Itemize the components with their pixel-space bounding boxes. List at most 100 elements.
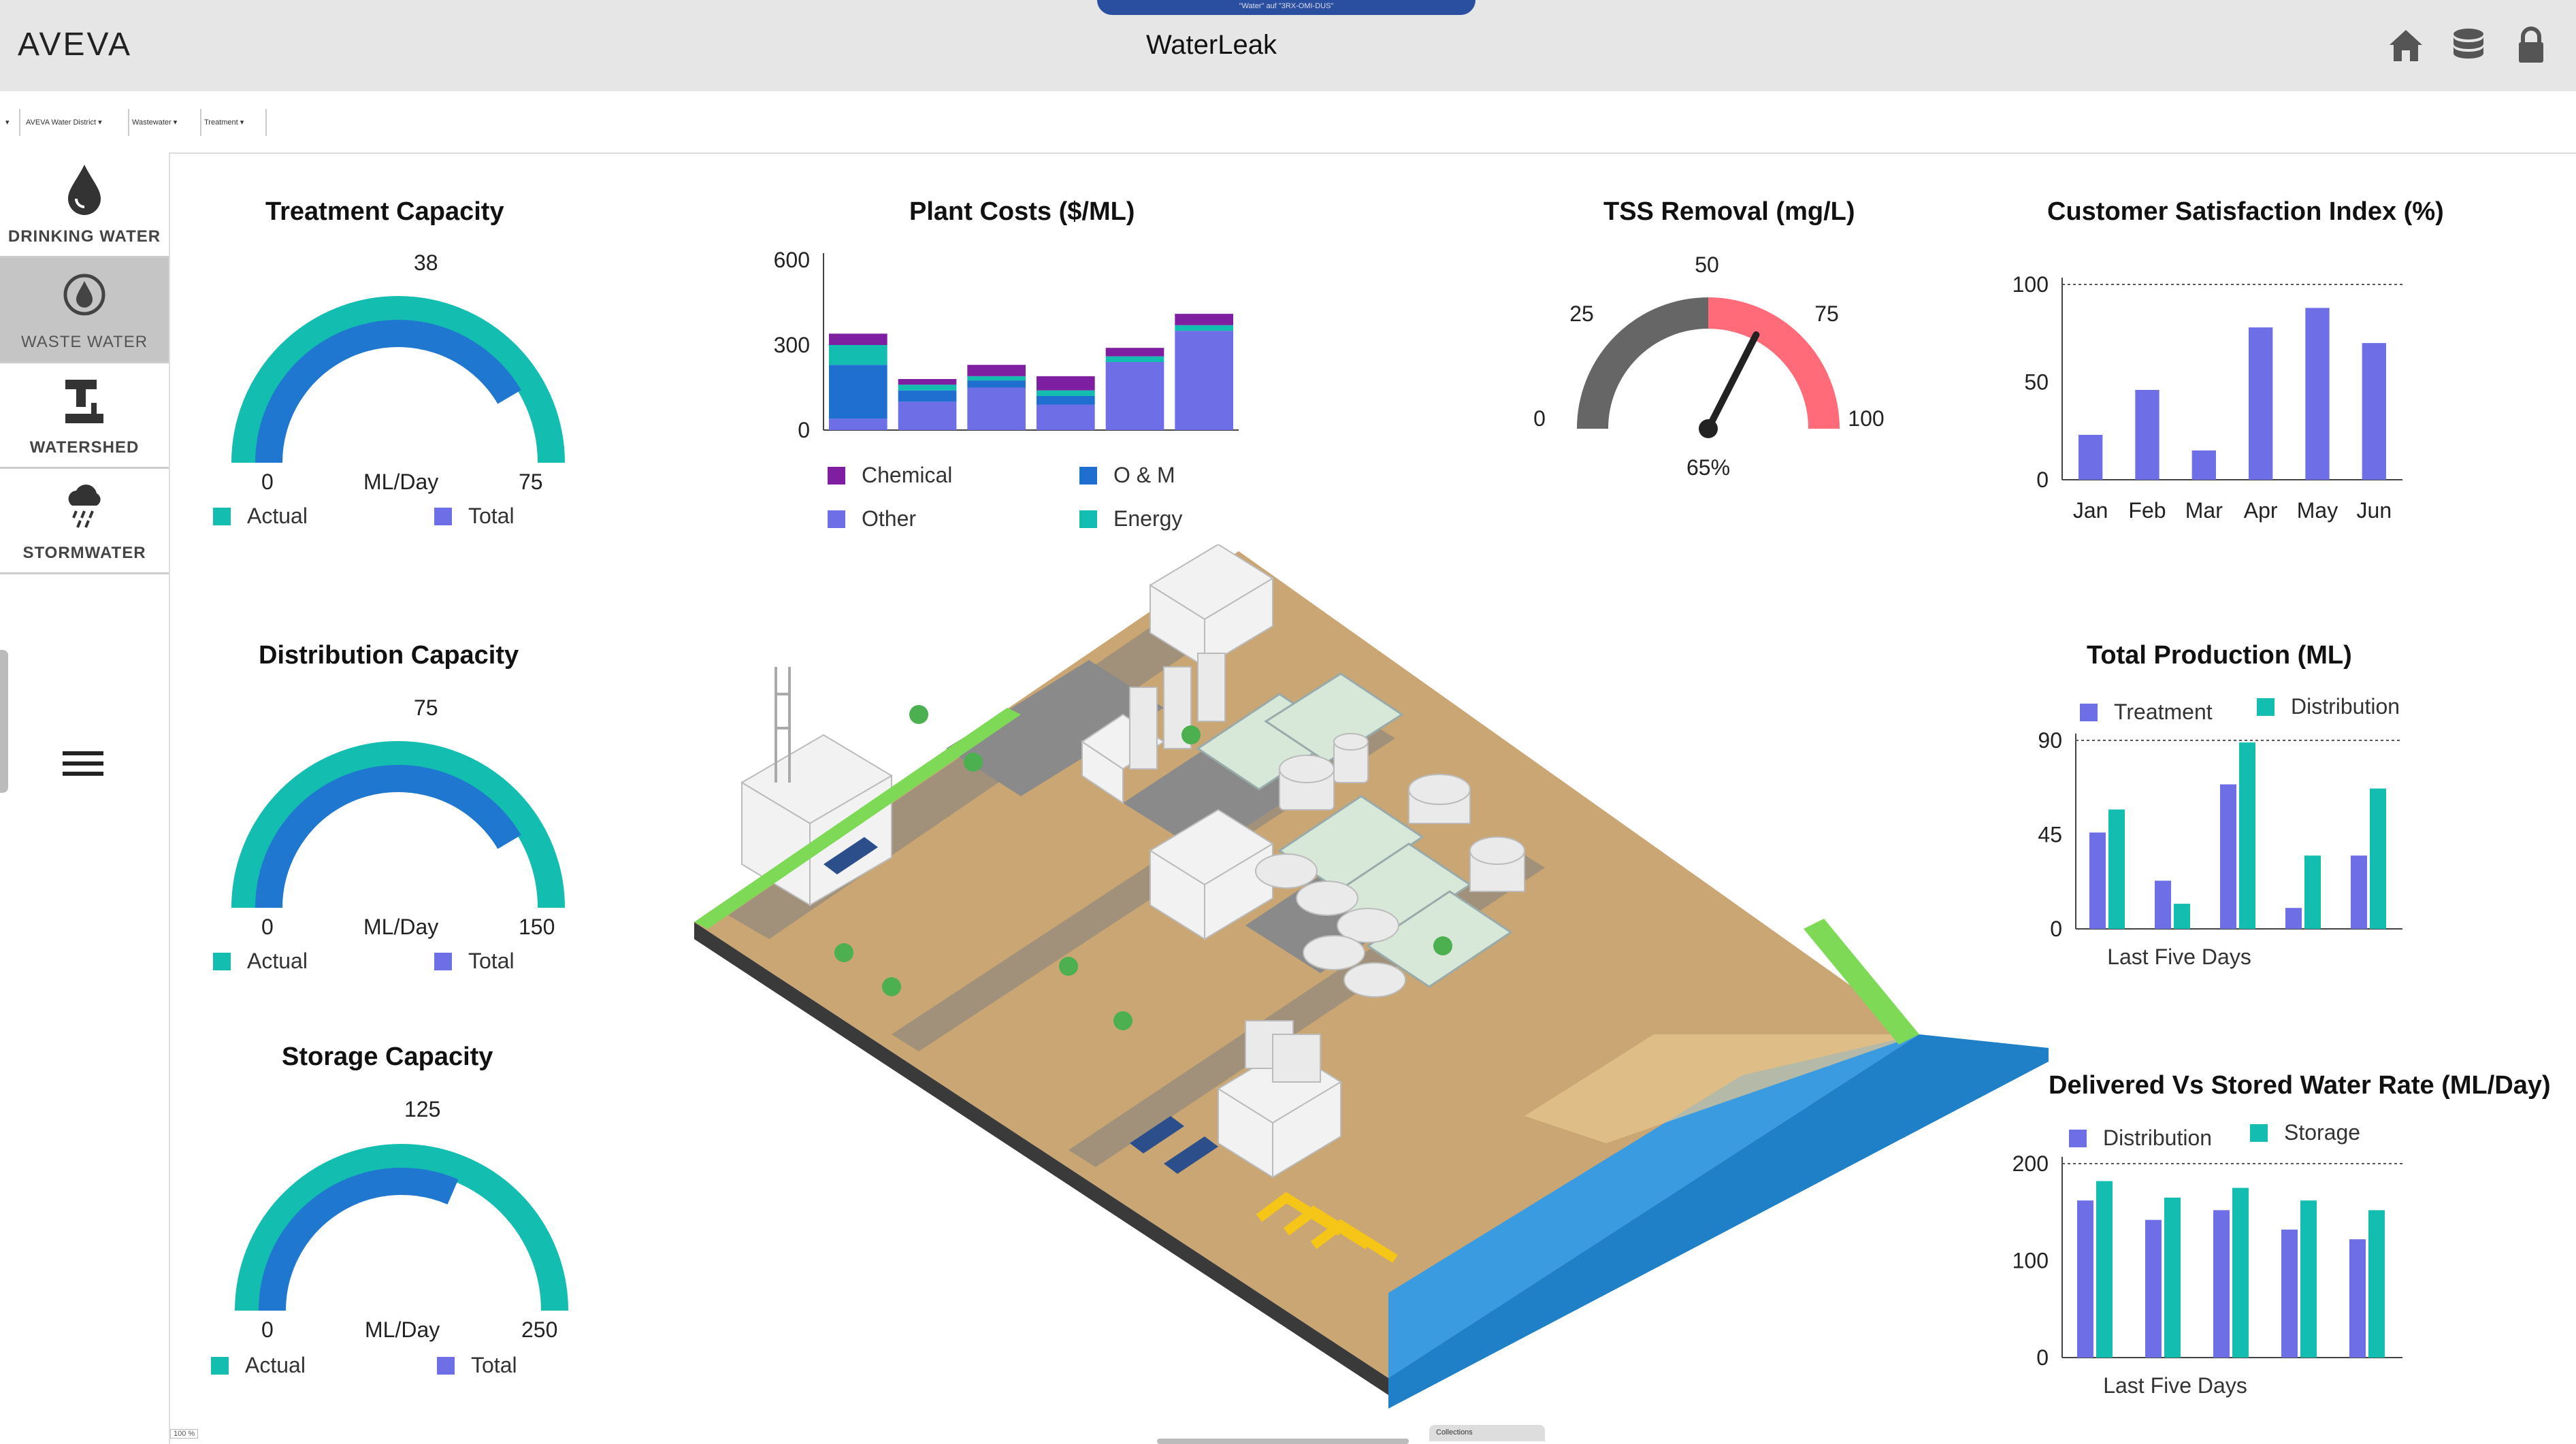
home-icon[interactable] — [2388, 26, 2424, 65]
legend-total: Total — [434, 949, 515, 974]
watershed-icon — [65, 380, 103, 423]
sidebar-item-label: WATERSHED — [29, 438, 140, 457]
sidebar-resize-handle[interactable] — [0, 650, 8, 793]
chart-title: Treatment Capacity — [265, 197, 504, 226]
gauge-arc — [231, 296, 565, 463]
gauge-max: 150 — [519, 915, 555, 939]
legend-distribution: Distribution — [2069, 1126, 2212, 1151]
gauge-value: 125 — [404, 1097, 441, 1121]
bar-segment — [829, 345, 887, 365]
legend-actual: Actual — [213, 504, 308, 529]
legend-swatch — [434, 508, 452, 525]
gauge-value: 75 — [414, 695, 438, 720]
bar — [2174, 904, 2190, 929]
x-axis-label: Last Five Days — [2103, 1373, 2247, 1398]
menu-icon[interactable] — [63, 750, 103, 777]
bar — [2300, 1200, 2317, 1358]
tss-needle-hub — [1699, 419, 1718, 438]
zoom-level[interactable]: 100 % — [170, 1429, 199, 1439]
gauge-max: 75 — [519, 470, 543, 494]
breadcrumb-root-dropdown[interactable]: ▾ — [0, 109, 20, 136]
legend-total: Total — [437, 1353, 517, 1378]
tss-tick-label: 100 — [1848, 406, 1884, 431]
bar-segment — [1037, 376, 1095, 391]
bar — [2155, 881, 2171, 929]
breadcrumb-item[interactable]: Wastewater ▾ — [127, 109, 201, 136]
bar — [2281, 1229, 2298, 1358]
gauge-arc — [235, 1144, 568, 1311]
sidebar-item-drinking-water[interactable]: DRINKING WATER — [0, 152, 169, 258]
legend-swatch — [213, 508, 231, 525]
legend-other: Other — [828, 506, 916, 531]
legend-swatch — [2069, 1130, 2087, 1147]
y-tick-label: 600 — [774, 248, 810, 272]
bar — [2164, 1197, 2181, 1358]
bar — [2368, 1210, 2385, 1358]
bar — [2249, 327, 2273, 480]
x-tick-label: May — [2297, 498, 2338, 523]
sidebar-item-waste-water[interactable]: WASTE WATER — [0, 258, 169, 363]
bar-segment — [1175, 331, 1233, 430]
sidebar: DRINKING WATER WASTE WATER WATERSHED STO… — [0, 152, 170, 1444]
legend-swatch — [828, 510, 845, 528]
tss-value-label: 65% — [1686, 455, 1730, 480]
tss-arc-low — [1577, 297, 1709, 429]
x-tick-label: Feb — [2128, 498, 2166, 523]
legend-swatch — [211, 1357, 229, 1375]
legend-swatch — [2080, 704, 2098, 721]
legend-swatch — [1079, 510, 1097, 528]
gauge-value: 38 — [414, 250, 438, 275]
gauge-min: 0 — [261, 470, 274, 494]
tss-tick-label: 25 — [1569, 301, 1594, 326]
bar — [2077, 1200, 2093, 1358]
sidebar-item-watershed[interactable]: WATERSHED — [0, 363, 169, 469]
breadcrumb-item[interactable]: Treatment ▾ — [199, 109, 267, 136]
bar-segment — [1037, 396, 1095, 405]
bar — [2078, 434, 2103, 480]
footer-bar: 100 % Collections — [170, 1424, 2576, 1444]
breadcrumb-item[interactable]: AVEVA Water District ▾ — [20, 109, 129, 136]
chart-title: Customer Satisfaction Index (%) — [2047, 197, 2444, 226]
bar — [2220, 784, 2236, 929]
database-icon[interactable] — [2451, 26, 2486, 65]
bar — [2305, 308, 2330, 480]
waste-water-icon — [63, 274, 105, 316]
chart-title: Distribution Capacity — [259, 641, 519, 670]
remote-session-bar[interactable]: "Water" auf "3RX-OMI-DUS" — [1097, 0, 1476, 15]
chart-title: Storage Capacity — [282, 1043, 493, 1071]
collections-tab[interactable]: Collections — [1429, 1425, 1545, 1441]
plant-costs-plot: 600 300 0 — [774, 248, 1239, 442]
horizontal-scrollbar[interactable] — [1157, 1439, 1409, 1444]
bar-segment — [967, 365, 1026, 376]
x-tick-label: Jun — [2357, 498, 2392, 523]
bar-segment — [967, 380, 1026, 388]
lock-icon[interactable] — [2513, 26, 2549, 65]
bar — [2145, 1219, 2162, 1358]
bar-segment — [829, 365, 887, 419]
legend-total: Total — [434, 504, 515, 529]
legend-distribution: Distribution — [2257, 694, 2400, 719]
bar — [2285, 908, 2302, 929]
sidebar-item-label: WASTE WATER — [20, 333, 148, 351]
sidebar-item-stormwater[interactable]: STORMWATER — [0, 469, 169, 574]
bar-segment — [1175, 314, 1233, 325]
gauge-max: 250 — [521, 1317, 558, 1342]
y-tick-label: 50 — [2024, 370, 2049, 395]
legend-om: O & M — [1079, 463, 1175, 488]
bar — [2135, 389, 2159, 480]
legend-swatch — [213, 953, 231, 970]
tss-arc-high — [1708, 297, 1840, 429]
tss-tick-label: 75 — [1814, 301, 1839, 326]
tss-tick-label: 0 — [1533, 406, 1546, 431]
x-tick-label: Apr — [2244, 498, 2278, 523]
legend-swatch — [828, 467, 845, 485]
y-tick-label: 0 — [2036, 467, 2049, 492]
bar-segment — [898, 379, 957, 385]
bar-segment — [829, 419, 887, 430]
bar-segment — [898, 401, 957, 430]
bar — [2191, 450, 2216, 480]
app-header: AVEVA "Water" auf "3RX-OMI-DUS" WaterLea… — [0, 0, 2576, 91]
chart-title: Total Production (ML) — [2087, 641, 2352, 670]
tss-dial: 0 25 50 75 100 65% — [1533, 252, 1885, 480]
legend-swatch — [434, 953, 452, 970]
